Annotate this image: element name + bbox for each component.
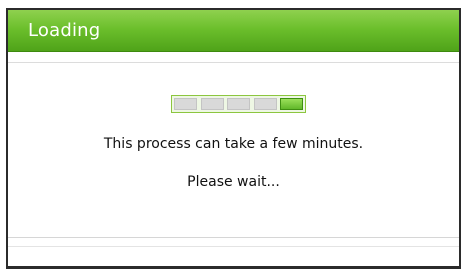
progress-segment xyxy=(174,98,197,110)
footer-divider xyxy=(8,246,459,247)
dialog-titlebar: Loading xyxy=(8,10,459,52)
progress-segment xyxy=(253,98,277,110)
progress-segment xyxy=(200,98,224,110)
wait-message: Please wait... xyxy=(187,174,280,190)
loading-progress-indicator xyxy=(171,95,306,113)
footer-divider xyxy=(8,237,459,238)
divider xyxy=(8,62,459,63)
dialog-title: Loading xyxy=(28,20,101,41)
loading-message: This process can take a few minutes. xyxy=(103,136,364,152)
progress-segment xyxy=(227,98,250,110)
progress-segment-active xyxy=(280,98,303,110)
loading-dialog: Loading This process can take a few minu… xyxy=(6,8,461,269)
